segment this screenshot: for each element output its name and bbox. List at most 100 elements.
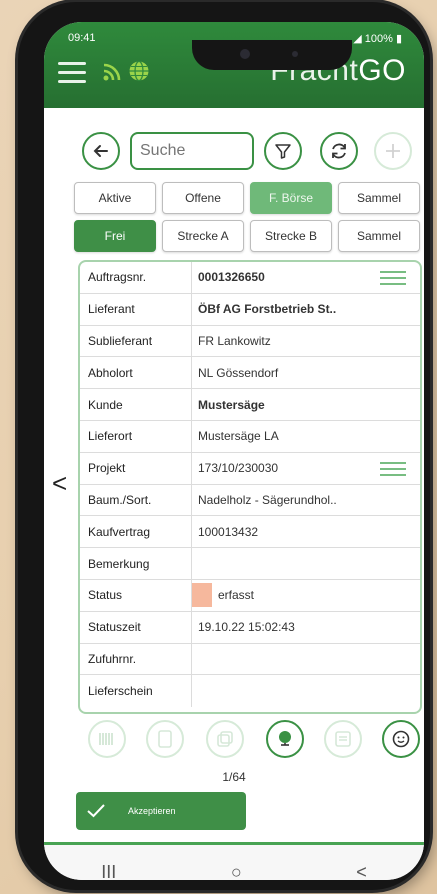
order-detail-table: Auftragsnr. 0001326650 Lieferant ÖBf AG … [78,260,422,714]
row-projekt: Projekt 173/10/230030 [80,452,420,485]
tab-offene[interactable]: Offene [162,182,244,214]
accept-label: Akzeptieren [128,806,176,816]
row-abholort: Abholort NL Gössendorf [80,357,420,390]
row-kaufvertrag: Kaufvertrag 100013432 [80,516,420,549]
value-statuszeit: 19.10.22 15:02:43 [198,620,295,635]
value-abholort: NL Gössendorf [198,365,279,380]
status-color-swatch [192,583,212,608]
back-button[interactable] [82,132,120,170]
label-projekt: Projekt [80,452,192,484]
hamburger-menu-icon[interactable] [58,62,86,84]
label-kunde: Kunde [80,389,192,420]
value-lieferant: ÖBf AG Forstbetrieb St.. [198,302,337,317]
filter-button[interactable] [264,132,302,170]
value-sublieferant: FR Lankowitz [198,333,271,348]
battery-icon: ▮ [395,33,402,45]
accept-button[interactable]: Akzeptieren [76,792,246,830]
primary-tabs: Aktive Offene F. Börse Sammel [74,182,420,214]
status-time: 09:41 [68,32,96,44]
label-sublieferant: Sublieferant [80,325,192,357]
document-icon [158,730,172,748]
globe-pin-icon [279,731,291,746]
label-zufuhrnr: Zufuhrnr. [80,643,192,675]
label-baum-sort: Baum./Sort. [80,484,192,516]
value-lieferort: Mustersäge LA [198,429,279,444]
scan-button[interactable] [88,720,126,758]
tab-f-boerse[interactable]: F. Börse [250,182,332,214]
label-statuszeit: Statuszeit [80,611,192,643]
arrow-left-icon [93,145,108,157]
battery-text: 100% [364,33,393,45]
recents-button[interactable]: III [101,862,116,881]
row-status: Status erfasst [80,579,420,612]
copy-icon [217,731,233,747]
status-battery: ◢ 100% ▮ [353,32,402,45]
value-lieferschein [192,675,198,707]
signal-icon: ◢ [353,33,365,45]
search-input[interactable] [130,132,254,170]
row-baum-sort: Baum./Sort. Nadelholz - Sägerundhol.. [80,484,420,517]
logo-text-go: GO [358,54,406,87]
globe-icon [129,60,149,82]
row-statuszeit: Statuszeit 19.10.22 15:02:43 [80,611,420,644]
label-lieferant: Lieferant [80,293,192,325]
filter-icon [275,144,291,159]
copy-button[interactable] [206,720,244,758]
toolbar [74,130,414,174]
pager-indicator: 1/64 [222,770,246,784]
camera-dot [240,49,250,59]
add-button[interactable] [374,132,412,170]
value-zufuhrnr [192,644,198,675]
value-baum-sort: Nadelholz - Sägerundhol.. [198,492,337,507]
value-status-cell: erfasst [192,580,254,611]
tab-strecke-b[interactable]: Strecke B [250,220,332,252]
row-lieferant: Lieferant ÖBf AG Forstbetrieb St.. [80,293,420,326]
label-status: Status [80,579,192,611]
notes-icon [335,731,351,747]
system-navigation-bar: III ○ < [44,845,424,880]
prev-record-arrow[interactable]: < [52,468,67,499]
list-menu-icon[interactable] [380,461,406,476]
system-back-button[interactable]: < [356,862,367,881]
value-kunde: Mustersäge [198,397,265,412]
label-abholort: Abholort [80,357,192,389]
document-button[interactable] [146,720,184,758]
value-status: erfasst [218,588,255,603]
value-projekt: 173/10/230030 [198,461,279,476]
value-kaufvertrag: 100013432 [198,524,259,539]
sensor-dot [292,51,298,57]
tab-aktive[interactable]: Aktive [74,182,156,214]
notes-button[interactable] [324,720,362,758]
notch [192,40,352,70]
plus-icon [386,144,400,158]
refresh-button[interactable] [320,132,358,170]
row-bemerkung: Bemerkung [80,548,420,580]
barcode-icon [99,733,113,745]
tab-sammel-secondary[interactable]: Sammel [338,220,420,252]
secondary-tabs: Frei Strecke A Strecke B Sammel [74,220,420,252]
label-lieferort: Lieferort [80,420,192,452]
refresh-icon [332,143,346,159]
value-auftragsnr: 0001326650 [198,270,265,285]
home-button[interactable]: ○ [231,862,242,881]
rss-signal-icon [103,63,121,81]
row-lieferschein: Lieferschein [80,675,420,708]
support-smiley-icon [392,730,410,748]
tab-frei[interactable]: Frei [74,220,156,252]
support-button[interactable] [382,720,420,758]
list-menu-icon[interactable] [380,271,406,285]
row-lieferort: Lieferort Mustersäge LA [80,420,420,453]
location-button[interactable] [266,720,304,758]
tab-strecke-a[interactable]: Strecke A [162,220,244,252]
label-lieferschein: Lieferschein [80,675,192,708]
label-bemerkung: Bemerkung [80,548,192,579]
row-sublieferant: Sublieferant FR Lankowitz [80,325,420,358]
app-screen: 09:41 ◢ 100% ▮ FrachtGO Suche Aktive Off… [44,22,424,880]
row-zufuhrnr: Zufuhrnr. [80,643,420,676]
row-auftragsnr: Auftragsnr. 0001326650 [80,262,420,294]
tab-sammel[interactable]: Sammel [338,182,420,214]
checkmark-icon [76,792,116,830]
label-kaufvertrag: Kaufvertrag [80,516,192,548]
label-auftragsnr: Auftragsnr. [80,262,192,293]
phone-frame: 09:41 ◢ 100% ▮ FrachtGO Suche Aktive Off… [18,2,430,890]
